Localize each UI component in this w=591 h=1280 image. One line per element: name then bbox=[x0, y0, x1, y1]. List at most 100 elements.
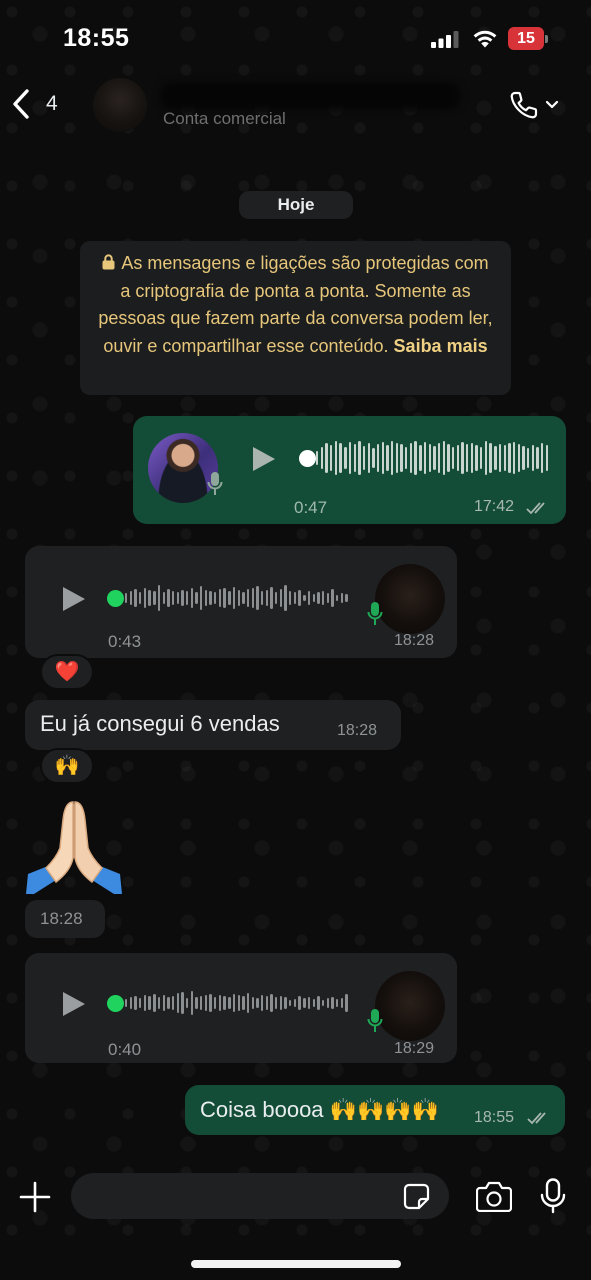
voice-call-button[interactable] bbox=[508, 88, 564, 122]
learn-more-link[interactable]: Saiba mais bbox=[394, 336, 488, 356]
lock-icon bbox=[102, 254, 115, 270]
waveform-bar bbox=[312, 999, 315, 1007]
waveform-bar bbox=[237, 590, 240, 606]
sticker-icon[interactable] bbox=[403, 1183, 430, 1210]
waveform-bar bbox=[293, 999, 297, 1007]
waveform-bar bbox=[340, 998, 344, 1008]
back-button[interactable]: 4 bbox=[10, 84, 58, 124]
play-icon[interactable] bbox=[251, 445, 277, 473]
waveform-bar bbox=[251, 588, 254, 608]
waveform[interactable] bbox=[316, 438, 549, 478]
contact-subtitle[interactable]: Conta comercial bbox=[163, 109, 286, 129]
waveform-bar bbox=[348, 442, 352, 474]
text-message-outgoing[interactable]: Coisa boooa 🙌🙌🙌🙌 18:55 bbox=[185, 1085, 565, 1135]
waveform-bar bbox=[214, 592, 217, 604]
waveform-bar bbox=[167, 997, 170, 1009]
waveform-bar bbox=[256, 998, 259, 1008]
waveform-bar bbox=[386, 445, 389, 471]
waveform-bar bbox=[423, 442, 427, 474]
contact-avatar[interactable] bbox=[93, 78, 147, 132]
voice-message-incoming[interactable]: 0:40 18:29 bbox=[25, 953, 457, 1063]
composer-bar bbox=[0, 1165, 591, 1235]
waveform-bar bbox=[279, 996, 283, 1010]
waveform-bar bbox=[376, 444, 380, 472]
playback-position-dot[interactable] bbox=[299, 450, 316, 467]
voice-duration: 0:47 bbox=[294, 498, 328, 517]
waveform-bar bbox=[218, 589, 222, 607]
chat-header: 4 Conta comercial bbox=[0, 78, 591, 136]
text-message-incoming[interactable]: Eu já consegui 6 vendas 18:28 bbox=[25, 700, 401, 750]
waveform-bar bbox=[303, 595, 306, 601]
waveform-bar bbox=[451, 447, 455, 469]
waveform-bar bbox=[185, 591, 189, 605]
waveform-bar bbox=[246, 589, 250, 607]
waveform-bar bbox=[242, 592, 245, 604]
waveform-bar bbox=[171, 591, 175, 605]
voice-message-incoming[interactable]: 0:43 18:28 bbox=[25, 546, 457, 658]
waveform-bar bbox=[293, 592, 297, 604]
waveform-bar bbox=[289, 1000, 292, 1006]
waveform-bar bbox=[232, 587, 236, 609]
waveform-bar bbox=[228, 997, 231, 1009]
waveform-bar bbox=[522, 446, 525, 470]
camera-icon[interactable] bbox=[476, 1181, 512, 1212]
battery-level: 15 bbox=[508, 27, 544, 50]
microphone-icon[interactable] bbox=[540, 1178, 566, 1214]
waveform[interactable] bbox=[125, 578, 348, 618]
waveform-bar bbox=[298, 996, 301, 1010]
waveform-bar bbox=[275, 592, 278, 604]
waveform-bar bbox=[176, 592, 179, 604]
waveform-bar bbox=[312, 594, 315, 602]
waveform-bar bbox=[517, 444, 520, 472]
waveform-bar bbox=[320, 447, 324, 469]
unplayed-dot[interactable] bbox=[107, 590, 124, 607]
waveform-bar bbox=[344, 447, 347, 469]
plus-icon[interactable] bbox=[19, 1181, 51, 1213]
waveform-bar bbox=[204, 995, 208, 1011]
waveform-bar bbox=[153, 994, 156, 1012]
waveform[interactable] bbox=[125, 983, 348, 1023]
back-chevron-icon bbox=[13, 89, 29, 119]
emoji-message-time-chip: 18:28 bbox=[25, 900, 105, 938]
waveform-bar bbox=[331, 997, 334, 1009]
play-icon[interactable] bbox=[61, 990, 87, 1018]
waveform-bar bbox=[307, 591, 311, 605]
waveform-bar bbox=[484, 441, 488, 475]
waveform-bar bbox=[129, 997, 133, 1009]
play-icon[interactable] bbox=[61, 585, 87, 613]
unplayed-dot[interactable] bbox=[107, 995, 124, 1012]
waveform-bar bbox=[339, 443, 342, 473]
waveform-bar bbox=[162, 592, 165, 604]
waveform-bar bbox=[456, 445, 460, 471]
waveform-bar bbox=[330, 445, 333, 471]
waveform-bar bbox=[531, 445, 535, 471]
waveform-bar bbox=[321, 591, 325, 605]
home-indicator bbox=[191, 1260, 401, 1268]
waveform-bar bbox=[437, 443, 441, 473]
waveform-bar bbox=[433, 446, 436, 470]
waveform-bar bbox=[190, 991, 194, 1015]
encryption-notice[interactable]: As mensagens e ligações são protegidas c… bbox=[80, 241, 511, 395]
reaction-heart[interactable]: ❤️ bbox=[40, 654, 94, 690]
waveform-bar bbox=[335, 595, 339, 601]
reaction-raised-hands[interactable]: 🙌 bbox=[40, 748, 94, 784]
waveform-bar bbox=[223, 996, 226, 1010]
waveform-bar bbox=[475, 445, 478, 471]
waveform-bar bbox=[223, 588, 226, 608]
message-time: 18:55 bbox=[474, 1109, 515, 1126]
praying-hands-emoji bbox=[26, 801, 122, 894]
waveform-bar bbox=[372, 448, 375, 468]
waveform-bar bbox=[316, 451, 319, 465]
battery-tip bbox=[545, 35, 548, 43]
waveform-bar bbox=[317, 592, 320, 604]
voice-message-outgoing[interactable]: 0:47 17:42 bbox=[133, 416, 566, 524]
contact-voice-avatar bbox=[375, 564, 445, 634]
message-input[interactable] bbox=[71, 1173, 449, 1219]
contact-voice-avatar bbox=[375, 971, 445, 1041]
contact-name-redacted[interactable] bbox=[160, 82, 460, 110]
waveform-bar bbox=[134, 589, 137, 607]
waveform-bar bbox=[270, 587, 273, 609]
waveform-bar bbox=[326, 593, 329, 603]
waveform-bar bbox=[442, 441, 445, 475]
waveform-bar bbox=[303, 998, 306, 1008]
